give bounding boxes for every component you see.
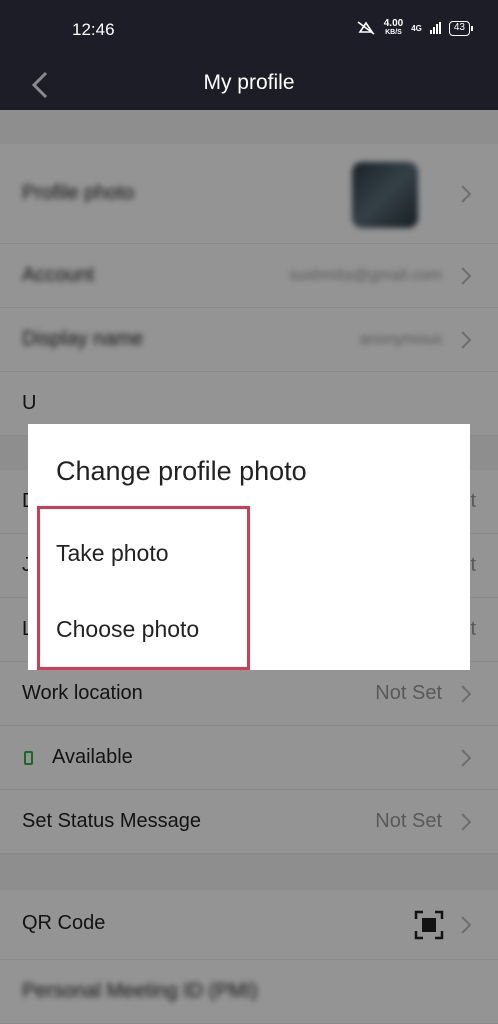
dialog-title: Change profile photo xyxy=(56,456,307,486)
network-speed: 4.00 KB/S xyxy=(384,19,403,37)
speed-unit: KB/S xyxy=(385,29,402,36)
signal-icon xyxy=(429,22,441,34)
mute-icon xyxy=(357,21,375,35)
highlight-box xyxy=(37,506,250,670)
speed-value: 4.00 xyxy=(383,18,404,29)
status-bar: 12:46 4.00 KB/S 4G 43 xyxy=(0,0,498,60)
battery-level: 43 xyxy=(453,21,465,33)
network-type: 4G xyxy=(411,23,422,33)
status-icons: 4.00 KB/S 4G 43 xyxy=(356,19,474,37)
page-title: My profile xyxy=(203,71,295,94)
app-bar: My profile xyxy=(0,60,498,110)
battery-icon: 43 xyxy=(448,20,474,36)
status-time: 12:46 xyxy=(72,20,115,39)
